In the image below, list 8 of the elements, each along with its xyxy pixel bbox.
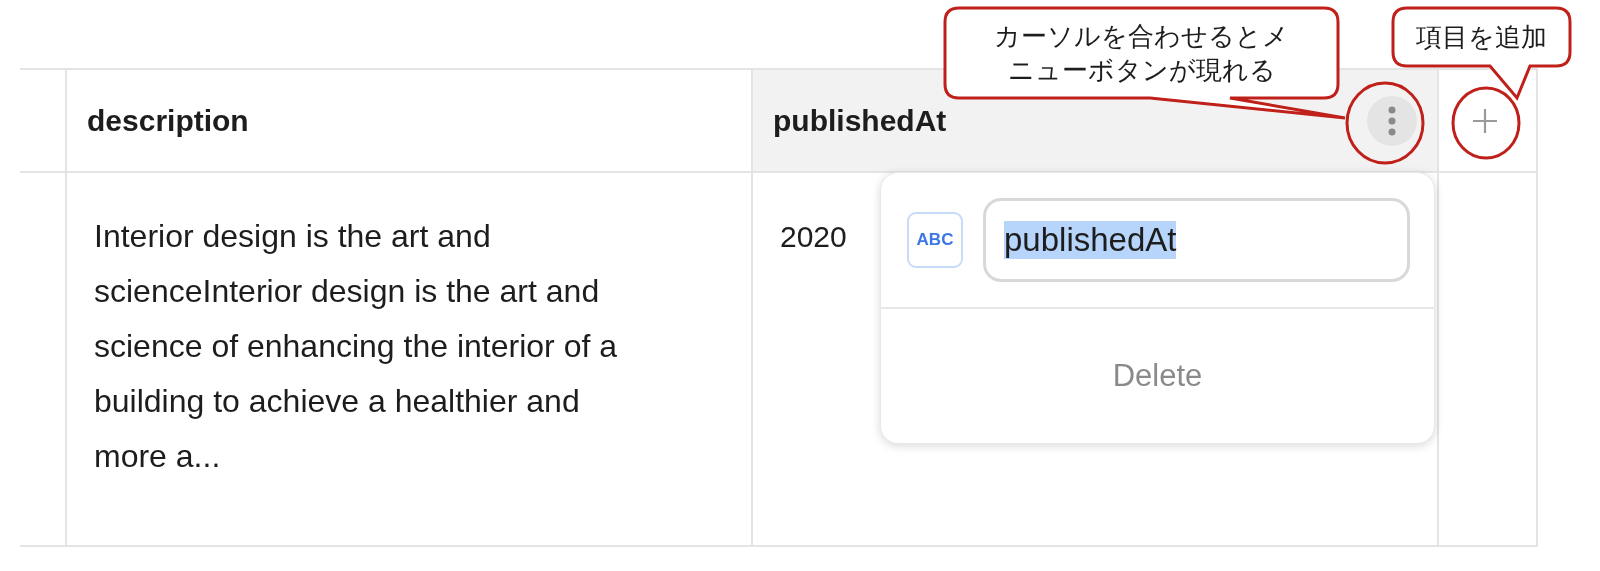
table-cell-text: 2020 <box>780 219 847 255</box>
callout-text: 項目を追加 <box>1416 21 1547 54</box>
plus-icon <box>1471 107 1498 134</box>
column-name-field[interactable]: publishedAt <box>983 198 1410 282</box>
vertical-dots-icon <box>1388 105 1396 136</box>
table-cell-text: Interior design is the art and scienceInterior design is the art and science of enhancing the interior of a building to achieve a healthier and more a... <box>94 217 618 476</box>
text-type-icon: ABC <box>907 212 963 268</box>
column-menu-button[interactable] <box>1367 95 1417 146</box>
